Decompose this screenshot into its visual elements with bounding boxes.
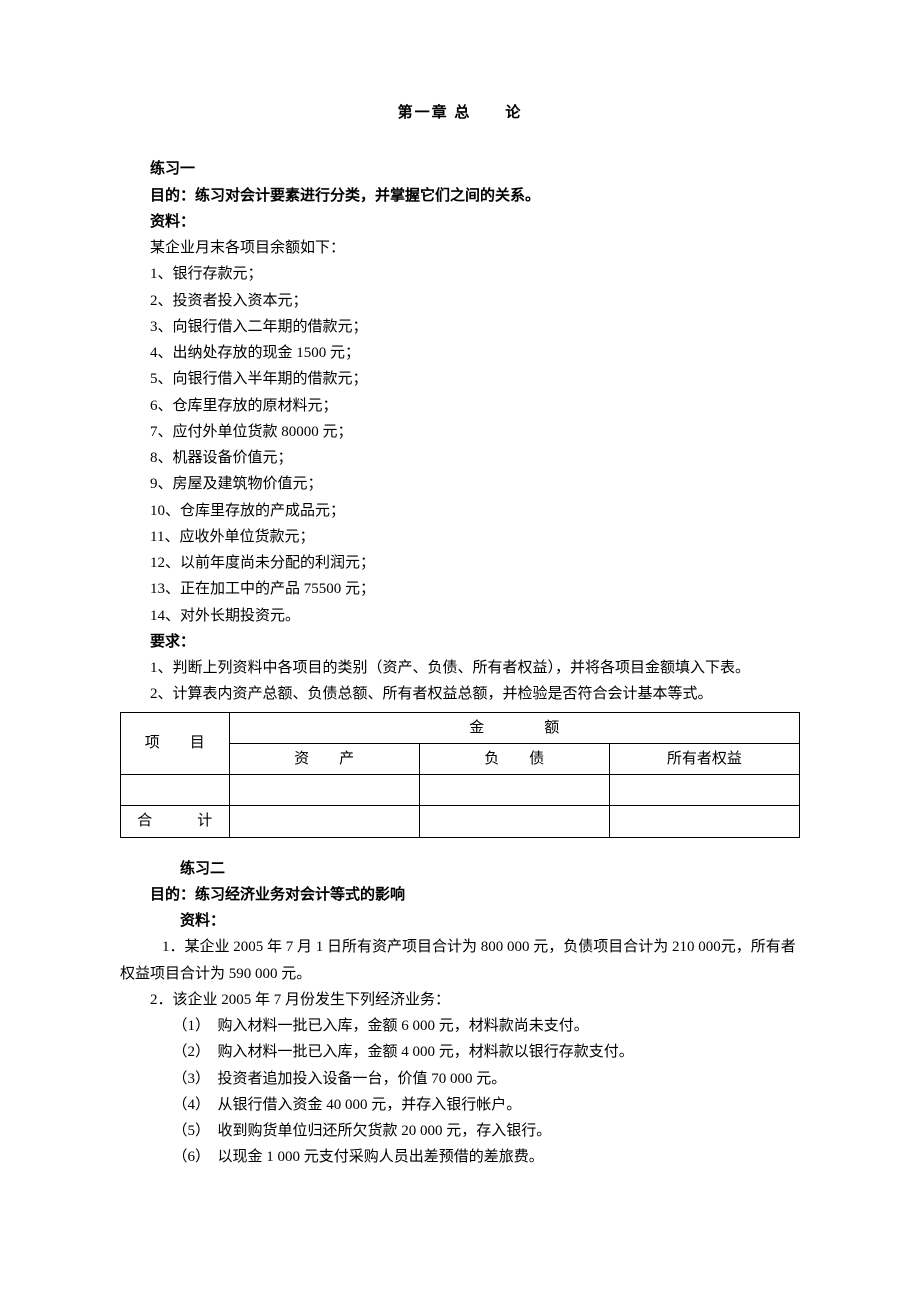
col-equity: 所有者权益 — [609, 743, 799, 774]
list-item: 6、仓库里存放的原材料元； — [150, 393, 800, 419]
exercise-1-req-label: 要求： — [120, 629, 800, 655]
table-row — [121, 775, 800, 806]
list-item: 13、正在加工中的产品 75500 元； — [150, 576, 800, 602]
exercise-1-material-label: 资料： — [120, 209, 800, 235]
exercise-1-goal: 目的：练习对会计要素进行分类，并掌握它们之间的关系。 — [120, 183, 800, 209]
table-row: 项 目 金 额 — [121, 712, 800, 743]
list-item: 8、机器设备价值元； — [150, 445, 800, 471]
exercise-2-para1: 1．某企业 2005 年 7 月 1 日所有资产项目合计为 800 000 元，… — [120, 934, 800, 987]
exercise-2-para2: 2．该企业 2005 年 7 月份发生下列经济业务： — [120, 987, 800, 1013]
transaction-item: （3） 投资者追加投入设备一台，价值 70 000 元。 — [120, 1066, 800, 1092]
list-item: 11、应收外单位货款元； — [150, 524, 800, 550]
list-item: 1、银行存款元； — [150, 261, 800, 287]
transaction-item: （4） 从银行借入资金 40 000 元，并存入银行帐户。 — [120, 1092, 800, 1118]
col-project: 项 目 — [121, 712, 230, 775]
exercise-1-intro: 某企业月末各项目余额如下： — [120, 235, 800, 261]
col-assets: 资 产 — [229, 743, 419, 774]
exercise-1-heading: 练习一 — [120, 156, 800, 182]
exercise-1-req2: 2、计算表内资产总额、负债总额、所有者权益总额，并检验是否符合会计基本等式。 — [120, 681, 800, 707]
chapter-title: 第一章 总 论 — [120, 100, 800, 126]
list-item: 14、对外长期投资元。 — [150, 603, 800, 629]
col-liabilities: 负 债 — [419, 743, 609, 774]
col-amount: 金 额 — [229, 712, 799, 743]
list-item: 4、出纳处存放的现金 1500 元； — [150, 340, 800, 366]
exercise-2-heading: 练习二 — [120, 856, 800, 882]
exercise-2-goal: 目的：练习经济业务对会计等式的影响 — [120, 882, 800, 908]
list-item: 9、房屋及建筑物价值元； — [150, 471, 800, 497]
list-item: 10、仓库里存放的产成品元； — [150, 498, 800, 524]
transaction-item: （1） 购入材料一批已入库，金额 6 000 元，材料款尚未支付。 — [120, 1013, 800, 1039]
list-item: 12、以前年度尚未分配的利润元； — [150, 550, 800, 576]
list-item: 7、应付外单位货款 80000 元； — [150, 419, 800, 445]
transaction-item: （2） 购入材料一批已入库，金额 4 000 元，材料款以银行存款支付。 — [120, 1039, 800, 1065]
list-item: 2、投资者投入资本元； — [150, 288, 800, 314]
row-total-label: 合 计 — [121, 806, 230, 837]
exercise-1-req1: 1、判断上列资料中各项目的类别（资产、负债、所有者权益），并将各项目金额填入下表… — [120, 655, 800, 681]
transaction-item: （6） 以现金 1 000 元支付采购人员出差预借的差旅费。 — [120, 1144, 800, 1170]
list-item: 3、向银行借入二年期的借款元； — [150, 314, 800, 340]
list-item: 5、向银行借入半年期的借款元； — [150, 366, 800, 392]
classification-table: 项 目 金 额 资 产 负 债 所有者权益 合 计 — [120, 712, 800, 838]
table-row-total: 合 计 — [121, 806, 800, 837]
transaction-item: （5） 收到购货单位归还所欠货款 20 000 元，存入银行。 — [120, 1118, 800, 1144]
exercise-2-material-label: 资料： — [120, 908, 800, 934]
